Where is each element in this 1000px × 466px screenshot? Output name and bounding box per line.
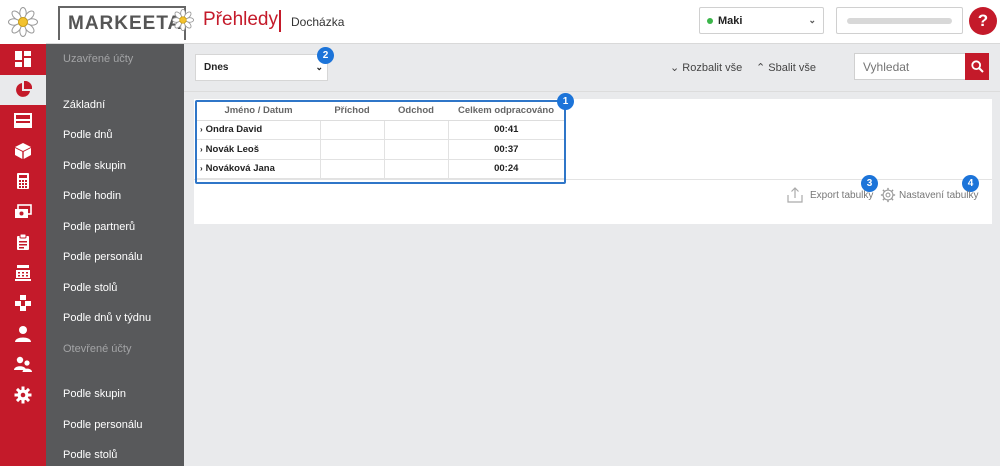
sidebar-item-podle-personalu[interactable]: Podle personálu — [46, 242, 184, 273]
collapse-all-label: Sbalit vše — [768, 62, 816, 74]
total-cell: 00:41 — [448, 120, 564, 140]
account-field[interactable] — [836, 7, 963, 34]
arrival-cell — [320, 120, 385, 140]
sidebar-item-podle-skupin[interactable]: Podle skupin — [46, 151, 184, 182]
employee-name: Ondra David — [205, 124, 263, 136]
export-table-link[interactable]: Export tabulky — [786, 186, 873, 204]
users-icon[interactable] — [0, 349, 46, 380]
arrival-cell — [320, 159, 385, 179]
column-header-name[interactable]: Jméno / Datum — [197, 102, 320, 121]
page-title: Přehledy — [203, 9, 278, 30]
flower-logo-icon[interactable] — [0, 0, 46, 44]
cash-register-icon[interactable] — [0, 258, 46, 289]
sidebar-item-open-podle-stolu[interactable]: Podle stolů — [46, 440, 184, 466]
search-button[interactable] — [965, 53, 989, 80]
annotation-badge-1: 1 — [557, 93, 574, 110]
total-cell: 00:37 — [448, 139, 564, 160]
total-cell: 00:24 — [448, 159, 564, 179]
sidebar-item-podle-dnu[interactable]: Podle dnů — [46, 120, 184, 151]
table-settings-label: Nastavení tabulky — [899, 189, 979, 201]
title-separator — [279, 10, 281, 32]
expand-caret-icon[interactable]: › — [200, 145, 203, 154]
sidebar-section-open: Otevřené účty — [63, 342, 132, 355]
period-value: Dnes — [204, 62, 229, 73]
top-header: MARKEETA Přehledy Docházka Maki ⌄ ? — [46, 0, 1000, 44]
sidebar-item-open-podle-skupin[interactable]: Podle skupin — [46, 379, 184, 410]
departure-cell — [384, 139, 449, 160]
user-icon[interactable] — [0, 319, 46, 350]
chevron-down-icon: ⌄ — [670, 62, 680, 74]
table-row[interactable]: › Novák Leoš 00:37 — [197, 139, 564, 160]
attendance-table: Jméno / Datum Příchod Odchod Celkem odpr… — [197, 102, 564, 179]
box-icon[interactable] — [0, 136, 46, 167]
column-header-arrival[interactable]: Příchod — [320, 102, 384, 121]
departure-cell — [384, 120, 449, 140]
sidebar-item-podle-stolu[interactable]: Podle stolů — [46, 273, 184, 304]
chevron-down-icon: ⌄ — [315, 62, 323, 72]
export-icon — [787, 187, 803, 203]
clipboard-icon[interactable] — [0, 227, 46, 258]
search-icon — [970, 60, 984, 73]
brand-text: MARKEETA — [68, 13, 183, 34]
user-name: Maki — [718, 14, 743, 27]
sidebar-item-podle-dnu-v-tydnu[interactable]: Podle dnů v týdnu — [46, 303, 184, 334]
employee-name: Novák Leoš — [205, 143, 259, 155]
gear-icon[interactable] — [0, 380, 46, 411]
table-header-row: Jméno / Datum Příchod Odchod Celkem odpr… — [197, 102, 564, 121]
online-status-dot — [707, 18, 713, 24]
icon-rail — [0, 0, 46, 466]
gear-icon — [880, 187, 896, 203]
sidebar-item-podle-partneru[interactable]: Podle partnerů — [46, 212, 184, 243]
pie-chart-icon[interactable] — [0, 74, 46, 105]
daisy-icon — [172, 9, 194, 31]
column-header-total[interactable]: Celkem odpracováno — [448, 102, 564, 121]
search-input[interactable] — [854, 53, 966, 80]
arrival-cell — [320, 139, 385, 160]
user-select[interactable]: Maki ⌄ — [699, 7, 824, 34]
toolbar: Dnes ⌄ ⌄ Rozbalit vše ⌃ Sbalit vše — [184, 44, 1000, 92]
table-settings-link[interactable]: Nastavení tabulky — [880, 187, 979, 203]
period-select[interactable]: Dnes ⌄ — [195, 54, 328, 81]
collapse-all-link[interactable]: ⌃ Sbalit vše — [756, 61, 816, 74]
calculator-icon[interactable] — [0, 166, 46, 197]
expand-caret-icon[interactable]: › — [200, 164, 203, 173]
blurred-account-text — [847, 18, 952, 24]
departure-cell — [384, 159, 449, 179]
page-subtitle: Docházka — [291, 15, 345, 29]
money-icon[interactable] — [0, 197, 46, 228]
table-row[interactable]: › Ondra David 00:41 — [197, 120, 564, 140]
expand-all-link[interactable]: ⌄ Rozbalit vše — [670, 61, 742, 74]
column-header-departure[interactable]: Odchod — [384, 102, 448, 121]
brand-logo[interactable]: MARKEETA — [58, 6, 194, 40]
annotation-badge-2: 2 — [317, 47, 334, 64]
chevron-down-icon: ⌄ — [808, 15, 816, 25]
boxes-icon[interactable] — [0, 288, 46, 319]
export-table-label: Export tabulky — [810, 189, 874, 201]
sidebar-item-podle-hodin[interactable]: Podle hodin — [46, 181, 184, 212]
sidebar-section-closed: Uzavřené účty — [63, 53, 134, 66]
sidebar: Uzavřené účty Základní Podle dnů Podle s… — [46, 44, 184, 466]
employee-name: Nováková Jana — [205, 163, 275, 175]
table-row[interactable]: › Nováková Jana 00:24 — [197, 159, 564, 179]
sidebar-item-zakladni[interactable]: Základní — [46, 90, 184, 121]
inbox-icon[interactable] — [0, 105, 46, 136]
help-button[interactable]: ? — [969, 7, 997, 35]
chevron-up-icon: ⌃ — [756, 62, 766, 74]
expand-caret-icon[interactable]: › — [200, 125, 203, 134]
expand-all-label: Rozbalit vše — [682, 62, 743, 74]
sidebar-item-open-podle-personalu[interactable]: Podle personálu — [46, 410, 184, 441]
dashboard-icon[interactable] — [0, 44, 46, 75]
